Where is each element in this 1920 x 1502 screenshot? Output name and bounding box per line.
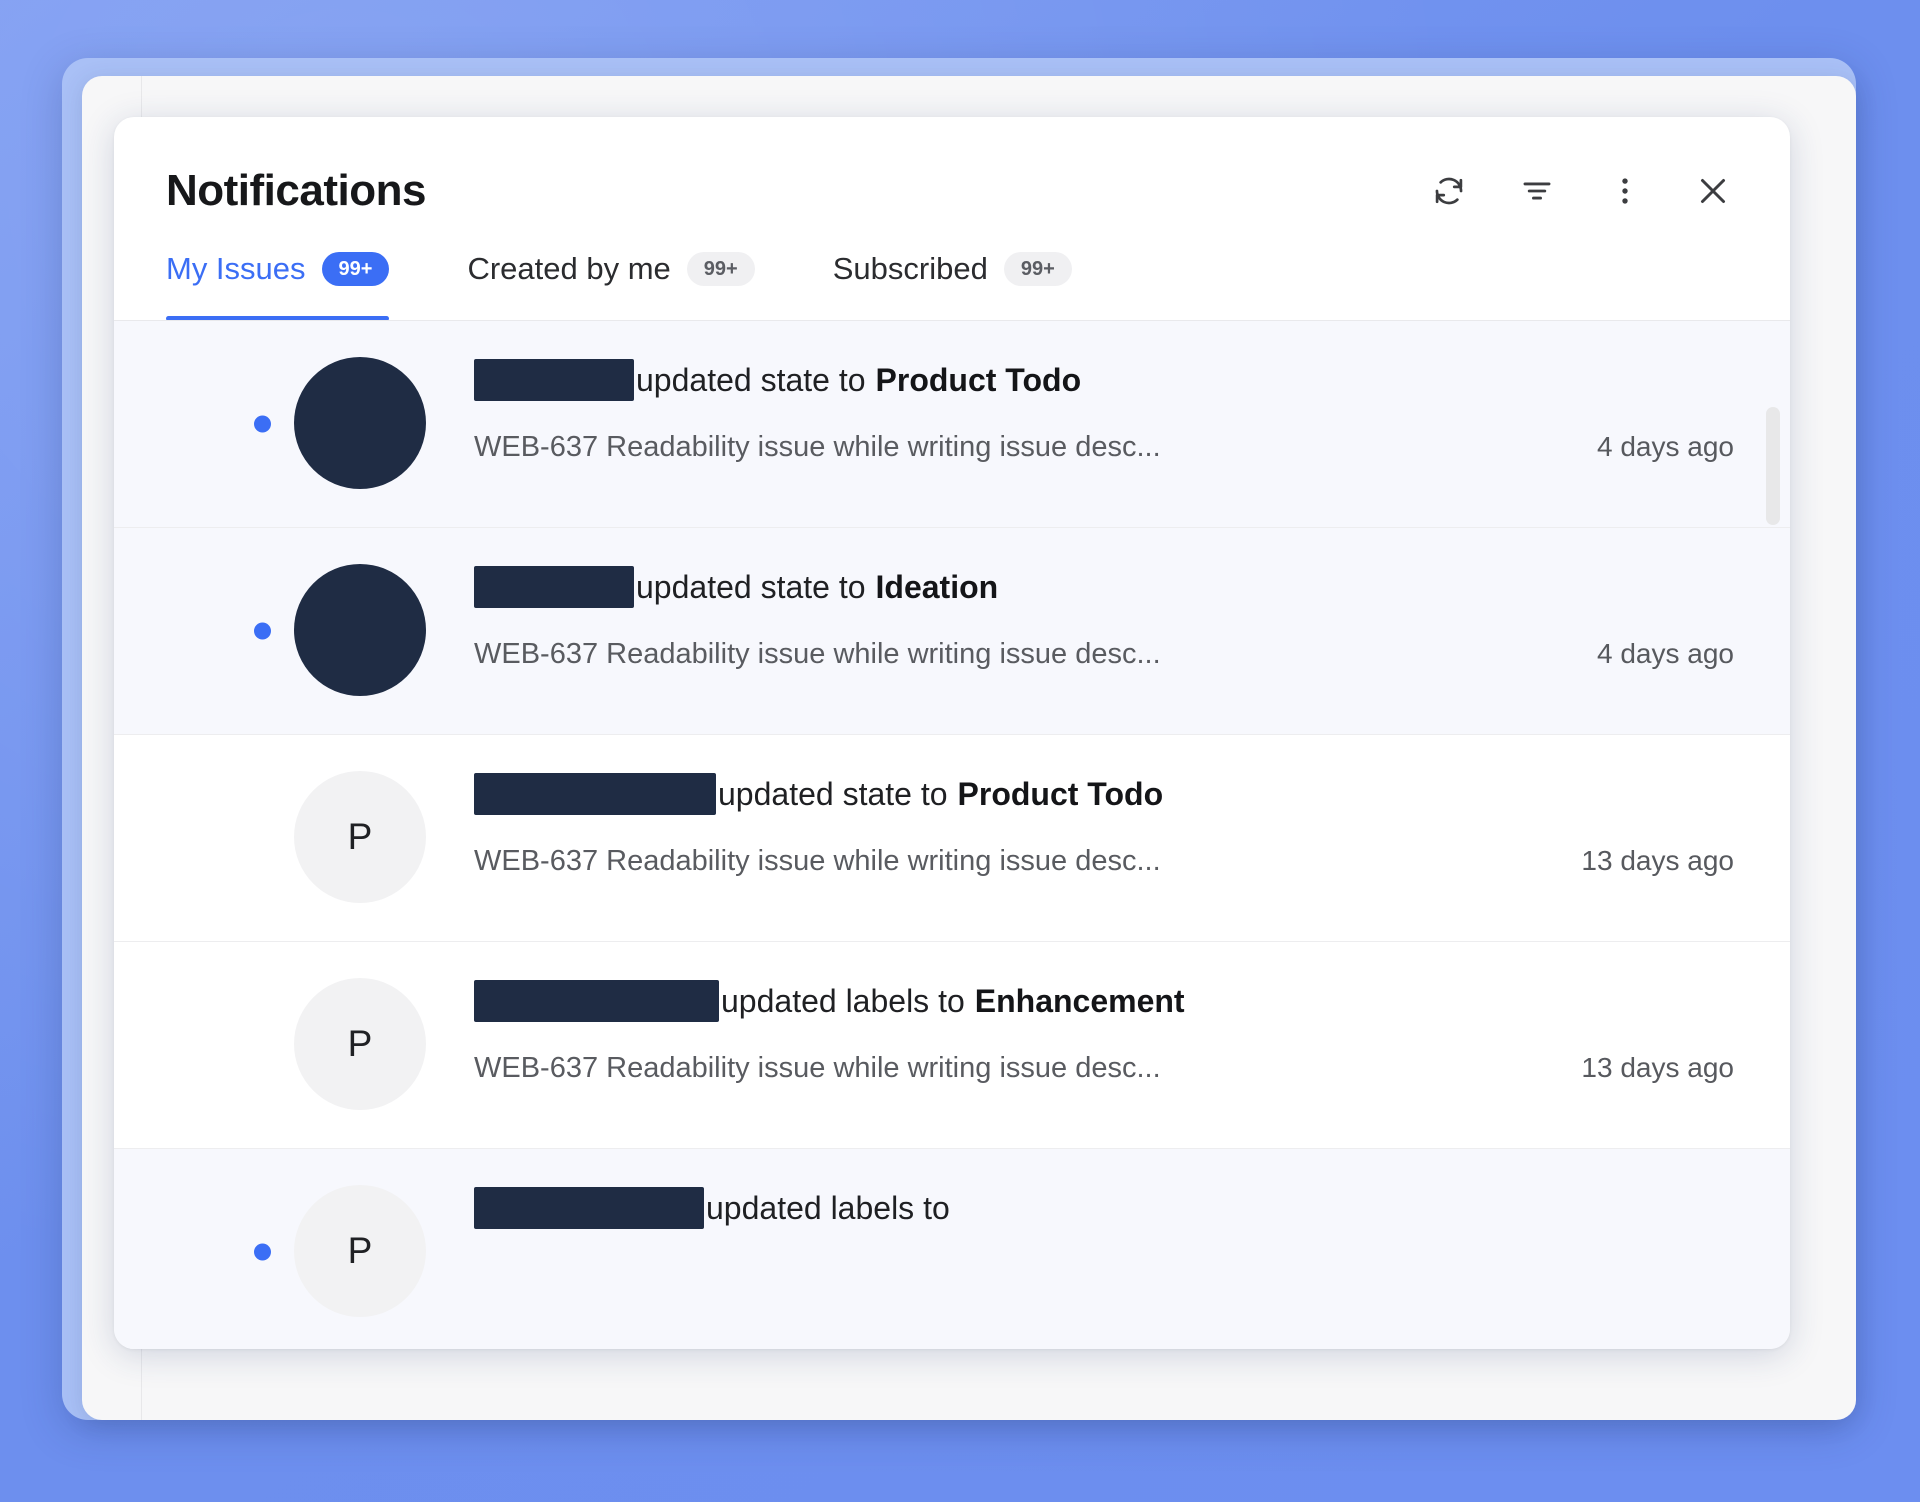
tab-label: My Issues — [166, 251, 306, 286]
notification-issue-subtitle: WEB-637 Readability issue while writing … — [474, 845, 1161, 877]
redacted-actor-name — [474, 359, 634, 401]
notification-content: updated state to Product Todo WEB-637 Read… — [474, 321, 1734, 464]
unread-indicator-dot — [254, 1243, 271, 1261]
redacted-actor-name — [474, 773, 716, 815]
refresh-button[interactable] — [1428, 170, 1470, 212]
notification-list[interactable]: updated state to Product Todo WEB-637 Read… — [114, 321, 1790, 1349]
tab-count-badge: 99+ — [321, 252, 390, 286]
notification-meta-line: WEB-637 Readability issue while writing … — [474, 845, 1734, 878]
filter-icon — [1520, 174, 1554, 208]
page-title: Notifications — [166, 166, 426, 215]
notification-timestamp: 4 days ago — [1597, 431, 1734, 462]
notification-title: updated state to Product Todo — [474, 773, 1734, 815]
avatar: P — [294, 978, 426, 1110]
unread-indicator-dot — [254, 415, 271, 433]
notification-action-text: updated state to — [636, 361, 866, 398]
notification-action-text: updated state to — [718, 775, 948, 812]
notification-content: updated labels to — [474, 1149, 1734, 1259]
notification-target-value: Ideation — [875, 568, 999, 605]
notifications-modal: Notifications My Issues 99+ Created by m… — [114, 117, 1790, 1349]
avatar: P — [294, 1185, 426, 1317]
notification-target-value: Product Todo — [875, 361, 1082, 398]
notification-row[interactable]: Pupdated state to Product Todo WEB-637 Rea… — [114, 735, 1790, 942]
tab-my-issues[interactable]: My Issues 99+ — [166, 251, 390, 321]
notification-timestamp: 13 days ago — [1581, 845, 1734, 876]
avatar — [294, 357, 426, 489]
notification-meta-line: WEB-637 Readability issue while writing … — [474, 1052, 1734, 1085]
tabs-bar: My Issues 99+ Created by me 99+ Subscribed 99… — [114, 251, 1790, 321]
tab-count-badge: 99+ — [1003, 252, 1072, 286]
close-icon — [1695, 173, 1731, 209]
more-options-button[interactable] — [1604, 170, 1646, 212]
filter-button[interactable] — [1516, 170, 1558, 212]
notification-title: updated labels to — [474, 1187, 1734, 1229]
notification-content: updated labels to Enhancement WEB-637 Read… — [474, 942, 1734, 1085]
notification-target-value: Product Todo — [957, 775, 1164, 812]
notification-row[interactable]: updated state to Ideation WEB-637 Readabil… — [114, 528, 1790, 735]
refresh-icon — [1432, 174, 1466, 208]
notification-row[interactable]: Pupdated labels to — [114, 1149, 1790, 1349]
close-button[interactable] — [1692, 170, 1734, 212]
avatar: P — [294, 771, 426, 903]
notification-timestamp: 13 days ago — [1581, 1052, 1734, 1083]
redacted-actor-name — [474, 566, 634, 608]
tab-label: Subscribed — [832, 251, 988, 286]
list-scrollbar[interactable] — [1764, 329, 1782, 1341]
tab-created-by-me[interactable]: Created by me 99+ — [467, 251, 755, 321]
tab-label: Created by me — [467, 251, 671, 286]
tab-list: My Issues 99+ Created by me 99+ Subscribed 99… — [166, 251, 1738, 321]
notification-content: updated state to Product Todo WEB-637 Read… — [474, 735, 1734, 878]
notification-meta-line: WEB-637 Readability issue while writing … — [474, 431, 1734, 464]
notification-timestamp: 4 days ago — [1597, 638, 1734, 669]
notification-action-text: updated labels to — [721, 982, 965, 1019]
notification-title: updated labels to Enhancement — [474, 980, 1734, 1022]
redacted-actor-name — [474, 1187, 704, 1229]
notification-action-text: updated state to — [636, 568, 866, 605]
notification-row[interactable]: Pupdated labels to Enhancement WEB-637 Rea… — [114, 942, 1790, 1149]
notification-issue-subtitle: WEB-637 Readability issue while writing … — [474, 1052, 1161, 1084]
modal-header: Notifications — [114, 117, 1790, 213]
notification-target-value: Enhancement — [974, 982, 1185, 1019]
tab-count-badge: 99+ — [686, 252, 755, 286]
avatar — [294, 564, 426, 696]
notification-title: updated state to Ideation — [474, 566, 1734, 608]
unread-indicator-dot — [254, 622, 271, 640]
notification-content: updated state to Ideation WEB-637 Readabil… — [474, 528, 1734, 671]
more-options-icon — [1608, 174, 1642, 208]
redacted-actor-name — [474, 980, 719, 1022]
scrollbar-thumb[interactable] — [1766, 407, 1780, 525]
notification-row[interactable]: updated state to Product Todo WEB-637 Read… — [114, 321, 1790, 528]
header-actions — [1428, 170, 1734, 212]
notification-issue-subtitle: WEB-637 Readability issue while writing … — [474, 638, 1161, 670]
notification-meta-line: WEB-637 Readability issue while writing … — [474, 638, 1734, 671]
notification-issue-subtitle: WEB-637 Readability issue while writing … — [474, 431, 1161, 463]
notification-title: updated state to Product Todo — [474, 359, 1734, 401]
notification-action-text: updated labels to — [706, 1189, 950, 1226]
tab-subscribed[interactable]: Subscribed 99+ — [833, 251, 1072, 321]
